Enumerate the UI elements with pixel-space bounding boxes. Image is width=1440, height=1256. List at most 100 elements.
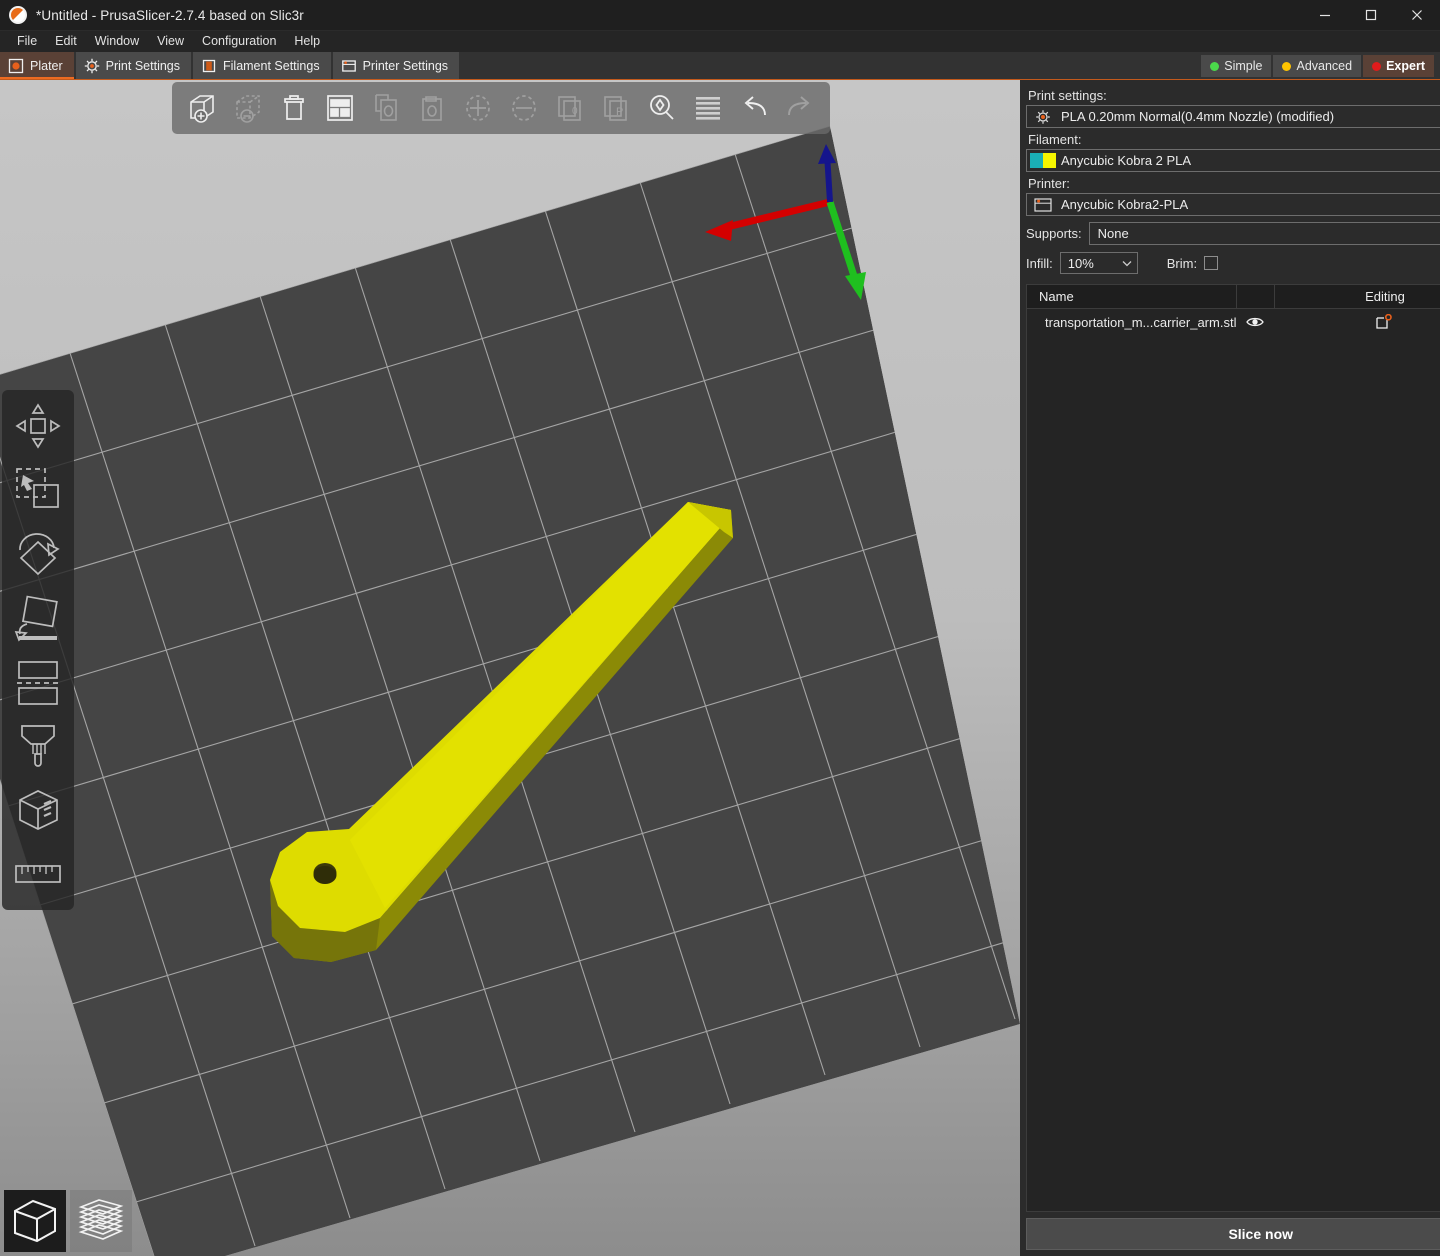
search-icon[interactable] [640,88,684,128]
mode-simple-label: Simple [1224,59,1262,73]
filament-label: Filament: [1028,132,1440,147]
mode-expert-label: Expert [1386,59,1425,73]
printer-label: Printer: [1028,176,1440,191]
brim-checkbox[interactable] [1204,256,1218,270]
print-settings-value: PLA 0.20mm Normal(0.4mm Nozzle) (modifie… [1061,109,1440,124]
menu-window[interactable]: Window [86,31,148,52]
undo-icon[interactable] [732,88,776,128]
table-row[interactable]: transportation_m...carrier_arm.stl [1027,309,1440,335]
printer-preset-icon [1033,197,1053,213]
infill-combo[interactable]: 10% [1060,252,1138,274]
arrange-icon[interactable] [318,88,362,128]
slice-now-button[interactable]: Slice now [1026,1218,1440,1250]
menu-view[interactable]: View [148,31,193,52]
print-settings-combo[interactable]: PLA 0.20mm Normal(0.4mm Nozzle) (modifie… [1026,105,1440,128]
tab-bar: Plater Print Settings F [0,52,1440,80]
tab-filament-settings-label: Filament Settings [223,59,320,73]
delete-all-icon[interactable] [272,88,316,128]
preview-view-icon[interactable] [70,1190,132,1252]
measure-gizmo-icon[interactable] [6,842,70,906]
delete-object-icon [226,88,270,128]
window-title: *Untitled - PrusaSlicer-2.7.4 based on S… [36,8,304,23]
prusaslicer-logo-icon [9,6,27,24]
mode-expert-dot [1372,62,1381,71]
mode-simple[interactable]: Simple [1201,55,1271,77]
filament-combo[interactable]: Anycubic Kobra 2 PLA [1026,149,1440,172]
maximize-button[interactable] [1348,0,1394,31]
mode-advanced-dot [1282,62,1291,71]
supports-label: Supports: [1026,226,1082,241]
redo-icon [778,88,822,128]
mode-advanced-label: Advanced [1296,59,1352,73]
seam-painting-gizmo-icon[interactable] [6,778,70,842]
mode-selector: Simple Advanced Expert [1201,52,1440,80]
scale-gizmo-icon[interactable] [6,458,70,522]
3d-scene [0,80,1020,1256]
plater-icon [8,58,24,74]
print-settings-row: PLA 0.20mm Normal(0.4mm Nozzle) (modifie… [1026,105,1440,128]
filament-row: Anycubic Kobra 2 PLA [1026,149,1440,172]
cut-gizmo-icon[interactable] [6,650,70,714]
mode-expert[interactable]: Expert [1363,55,1434,77]
print-settings-icon [84,58,100,74]
eye-icon[interactable] [1236,315,1274,329]
minimize-button[interactable] [1302,0,1348,31]
split-to-parts-icon: P [594,88,638,128]
3d-viewport[interactable]: 0 P [0,80,1020,1256]
filament-color-swatch [1033,153,1053,169]
print-preset-cog-icon [1033,109,1053,125]
printer-value: Anycubic Kobra2-PLA [1061,197,1440,212]
tab-plater-label: Plater [30,59,63,73]
tab-plater[interactable]: Plater [0,52,74,80]
tab-printer-settings[interactable]: Printer Settings [333,52,459,80]
place-on-face-gizmo-icon[interactable] [6,586,70,650]
brim-label: Brim: [1167,256,1197,271]
support-painting-gizmo-icon[interactable] [6,714,70,778]
supports-row: Supports: None [1026,222,1440,245]
supports-combo[interactable]: None [1089,222,1440,245]
prusaslicer-window: *Untitled - PrusaSlicer-2.7.4 based on S… [0,0,1440,1256]
printer-combo[interactable]: Anycubic Kobra2-PLA [1026,193,1440,216]
editor-view-icon[interactable] [4,1190,66,1252]
svg-text:0: 0 [572,106,578,117]
add-object-icon[interactable] [180,88,224,128]
plater-top-toolbar: 0 P [172,82,830,134]
supports-value: None [1098,226,1440,241]
gizmo-toolbar [2,390,74,910]
svg-text:P: P [616,106,623,118]
paste-icon [410,88,454,128]
tab-filament-settings[interactable]: Filament Settings [193,52,331,80]
remove-instance-icon [502,88,546,128]
mode-simple-dot [1210,62,1219,71]
object-name: transportation_m...carrier_arm.stl [1027,315,1236,330]
tab-print-settings-label: Print Settings [106,59,180,73]
filament-value: Anycubic Kobra 2 PLA [1061,153,1440,168]
tab-printer-settings-label: Printer Settings [363,59,448,73]
infill-brim-row: Infill: 10% Brim: [1026,252,1440,274]
column-header-visibility [1236,285,1274,308]
move-gizmo-icon[interactable] [6,394,70,458]
menu-bar: File Edit Window View Configuration Help [0,31,1440,52]
print-settings-label: Print settings: [1028,88,1440,103]
chevron-down-icon [1121,257,1133,269]
object-list: Name Editing transportation_m...carrier_… [1026,284,1440,1212]
menu-help[interactable]: Help [285,31,329,52]
menu-edit[interactable]: Edit [46,31,86,52]
add-instance-icon [456,88,500,128]
menu-configuration[interactable]: Configuration [193,31,285,52]
copy-icon [364,88,408,128]
tab-print-settings[interactable]: Print Settings [76,52,191,80]
rotate-gizmo-icon[interactable] [6,522,70,586]
right-sidebar: Print settings: PLA 0.20mm Normal(0.4mm … [1020,80,1440,1256]
view-switcher [4,1190,132,1252]
object-settings-icon[interactable] [1274,314,1440,330]
menu-file[interactable]: File [8,31,46,52]
title-bar: *Untitled - PrusaSlicer-2.7.4 based on S… [0,0,1440,31]
split-to-objects-icon: 0 [548,88,592,128]
printer-row: Anycubic Kobra2-PLA [1026,193,1440,216]
mode-advanced[interactable]: Advanced [1273,55,1361,77]
filament-settings-icon [201,58,217,74]
close-button[interactable] [1394,0,1440,31]
variable-layer-height-icon[interactable] [686,88,730,128]
object-list-empty-area [1027,335,1440,1211]
